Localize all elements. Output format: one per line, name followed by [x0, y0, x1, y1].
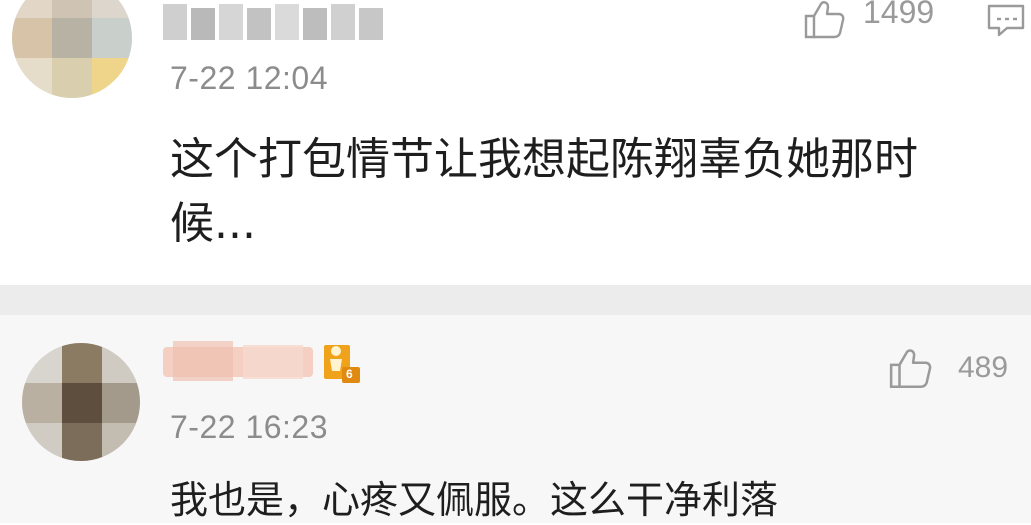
username[interactable] [163, 341, 313, 383]
comment-item: 6 7-22 16:23 我也是，心疼又佩服。这么干净利落 489 [0, 315, 1031, 523]
like-count: 489 [958, 351, 1009, 384]
comment-text-line: 这个打包情节让我想起陈翔辜负她那时 [170, 134, 918, 185]
comment-text: 我也是，心疼又佩服。这么干净利落 [170, 478, 779, 522]
comment-divider [0, 285, 1031, 315]
avatar[interactable] [12, 0, 132, 98]
thumbs-up-icon [804, 1, 845, 39]
like-count: 1499 [863, 0, 935, 30]
comment-text-line: 候... [170, 198, 256, 249]
thumbs-up-icon [889, 349, 932, 389]
comment-timestamp: 7-22 16:23 [170, 409, 329, 445]
comment-timestamp: 7-22 12:04 [170, 60, 329, 96]
level-badge-icon: 6 [322, 341, 362, 385]
avatar[interactable] [22, 343, 140, 461]
comment-item: 7-22 12:04 这个打包情节让我想起陈翔辜负她那时 候... 1499 [0, 0, 1031, 285]
reply-icon[interactable] [985, 2, 1029, 42]
level-badge-number: 6 [346, 367, 353, 381]
username[interactable] [163, 4, 383, 44]
like-button[interactable]: 489 [888, 347, 1028, 391]
comment-text: 这个打包情节让我想起陈翔辜负她那时 候... [170, 128, 918, 256]
like-button[interactable]: 1499 [803, 0, 943, 40]
